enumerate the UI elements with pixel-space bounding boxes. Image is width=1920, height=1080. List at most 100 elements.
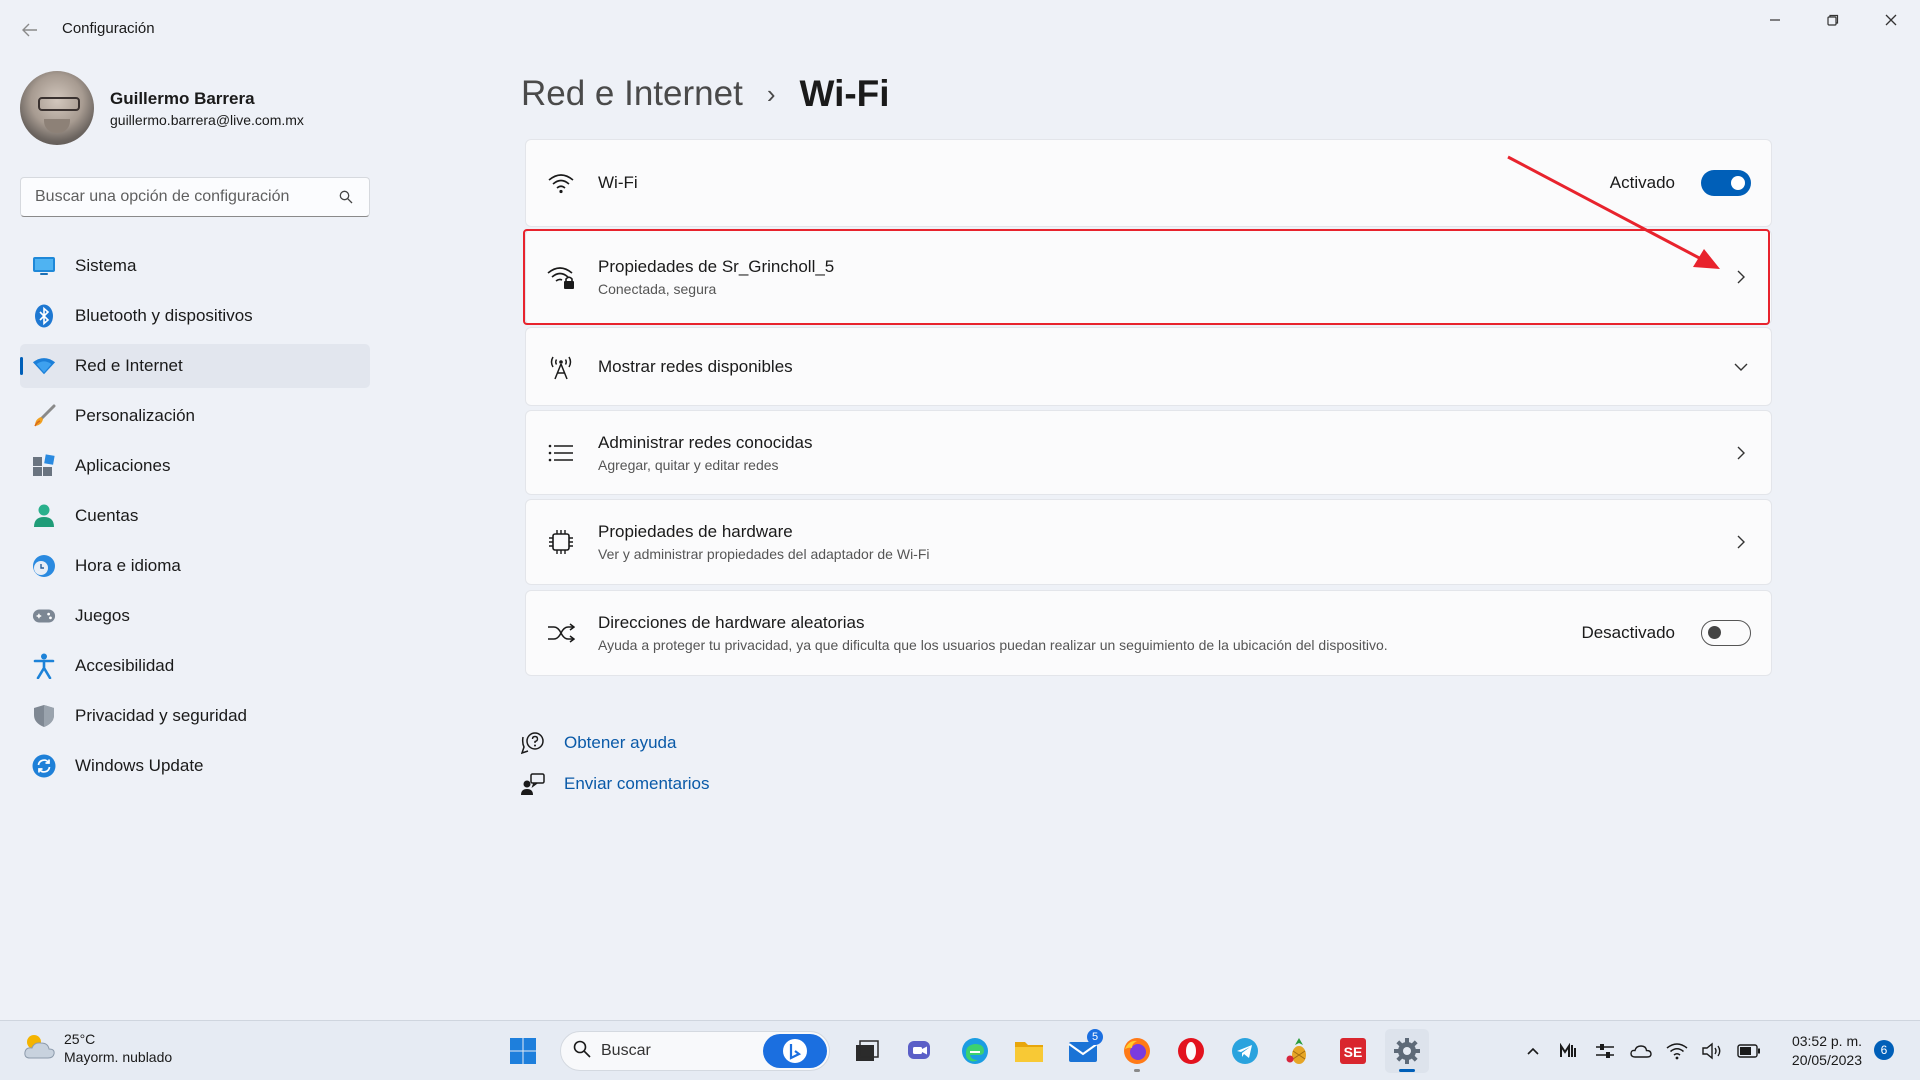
sidebar-nav: Sistema Bluetooth y dispositivos Red e I… [20,244,370,794]
profile-name: Guillermo Barrera [110,88,255,108]
avatar [20,71,94,145]
opera-icon[interactable] [1169,1029,1213,1073]
taskbar-search[interactable]: Buscar [560,1031,830,1071]
weather-temperature: 25°C [64,1031,96,1047]
monitor-app-icon[interactable] [1554,1036,1584,1066]
app-title: Configuración [62,20,155,37]
sidebar-item-red-internet[interactable]: Red e Internet [20,344,370,388]
breadcrumb-parent[interactable]: Red e Internet [521,74,743,114]
sidebar-item-bluetooth[interactable]: Bluetooth y dispositivos [20,294,370,338]
pineapple-app-icon[interactable] [1277,1029,1321,1073]
wifi-diamond-icon [32,354,56,378]
wifi-lock-icon [546,262,576,292]
hardware-properties-title: Propiedades de hardware [598,522,793,541]
sliders-icon[interactable] [1590,1036,1620,1066]
sidebar-item-label: Personalización [75,406,196,425]
get-help-link[interactable]: Obtener ayuda [521,722,710,763]
sidebar-item-juegos[interactable]: Juegos [20,594,370,638]
wifi-icon [546,168,576,198]
sidebar-item-sistema[interactable]: Sistema [20,244,370,288]
weather-description: Mayorm. nublado [64,1049,173,1065]
clock-time: 03:52 p. m. [1791,1033,1862,1049]
settings-app-icon[interactable] [1385,1029,1429,1073]
globe-clock-icon [32,554,56,578]
send-feedback-link[interactable]: Enviar comentarios [521,763,710,804]
se-app-icon[interactable]: SE [1331,1029,1375,1073]
telegram-icon[interactable] [1223,1029,1267,1073]
known-networks-subtitle: Agregar, quitar y editar redes [598,456,779,473]
volume-icon[interactable] [1698,1036,1728,1066]
sidebar-item-label: Accesibilidad [75,656,175,675]
chevron-right-icon [1731,532,1751,552]
clock-date: 20/05/2023 [1791,1052,1862,1068]
random-addresses-toggle[interactable] [1701,620,1751,646]
brush-icon [32,404,56,428]
teams-chat-icon[interactable] [899,1029,943,1073]
restore-icon[interactable] [1810,8,1856,32]
clock[interactable]: 03:52 p. m. 20/05/2023 [1772,1032,1862,1070]
battery-icon[interactable] [1734,1036,1764,1066]
person-icon [32,504,56,528]
known-networks-card[interactable]: Administrar redes conocidas Agregar, qui… [525,410,1772,495]
wifi-icon[interactable] [1662,1036,1692,1066]
sidebar-item-label: Bluetooth y dispositivos [75,306,253,325]
notification-badge[interactable]: 6 [1874,1040,1894,1060]
start-button[interactable] [501,1029,545,1073]
page-title: Wi-Fi [799,73,890,114]
settings-search-input[interactable]: Buscar una opción de configuración [20,177,370,217]
sidebar-item-windows-update[interactable]: Windows Update [20,744,370,788]
get-help-label: Obtener ayuda [564,732,677,752]
sidebar-item-label: Hora e idioma [75,556,181,575]
network-properties-status: Conectada, segura [598,281,717,297]
known-networks-title: Administrar redes conocidas [598,432,813,452]
back-arrow-icon[interactable] [18,18,42,42]
firefox-icon[interactable] [1115,1029,1159,1073]
search-icon [337,188,355,206]
cloudy-weather-icon [22,1031,56,1065]
sidebar-item-accesibilidad[interactable]: Accesibilidad [20,644,370,688]
chevron-up-icon[interactable] [1518,1036,1548,1066]
sidebar-item-personalizacion[interactable]: Personalización [20,394,370,438]
random-addresses-card: Direcciones de hardware aleatorias Ayuda… [525,590,1772,676]
sidebar-item-aplicaciones[interactable]: Aplicaciones [20,444,370,488]
mail-icon[interactable]: 5 [1061,1029,1105,1073]
svg-text:SE: SE [1344,1044,1363,1060]
sidebar-item-label: Cuentas [75,506,139,525]
gamepad-icon [32,604,56,628]
onedrive-cloud-icon[interactable] [1626,1036,1656,1066]
bluetooth-icon [32,304,56,328]
profile-email: guillermo.barrera@live.com.mx [110,111,304,128]
hardware-properties-subtitle: Ver y administrar propiedades del adapta… [598,546,930,562]
send-feedback-label: Enviar comentarios [564,773,710,793]
sidebar-item-privacidad[interactable]: Privacidad y seguridad [20,694,370,738]
edge-browser-icon[interactable] [953,1029,997,1073]
monitor-icon [32,254,56,278]
annotation-arrow [1507,155,1720,269]
sidebar-item-label: Juegos [75,606,130,625]
title-bar: Configuración [0,0,1920,60]
search-placeholder: Buscar una opción de configuración [35,188,290,205]
sidebar-item-cuentas[interactable]: Cuentas [20,494,370,538]
file-explorer-icon[interactable] [1007,1029,1051,1073]
sidebar-item-label: Sistema [75,256,137,275]
sidebar-item-hora-idioma[interactable]: Hora e idioma [20,544,370,588]
taskbar: 25°C Mayorm. nublado Buscar 5 SE 03:52 p… [0,1020,1920,1080]
help-chat-icon [521,731,545,755]
sync-icon [32,754,56,778]
chevron-right-icon [1731,443,1751,463]
user-profile[interactable]: Guillermo Barrera guillermo.barrera@live… [20,70,304,146]
minimize-icon[interactable] [1752,8,1798,32]
close-icon[interactable] [1868,8,1914,32]
apps-icon [32,454,56,478]
bing-icon[interactable] [763,1034,827,1068]
breadcrumb: Red e Internet › Wi-Fi [521,70,890,118]
sidebar-item-label: Red e Internet [75,356,183,375]
weather-widget[interactable]: 25°C Mayorm. nublado [22,1031,172,1065]
hardware-properties-card[interactable]: Propiedades de hardware Ver y administra… [525,499,1772,585]
search-icon [573,1040,591,1063]
shuffle-icon [546,618,576,648]
available-networks-card[interactable]: Mostrar redes disponibles [525,327,1772,406]
task-view-icon[interactable] [845,1029,889,1073]
chip-icon [546,527,576,557]
accessibility-icon [32,653,56,679]
